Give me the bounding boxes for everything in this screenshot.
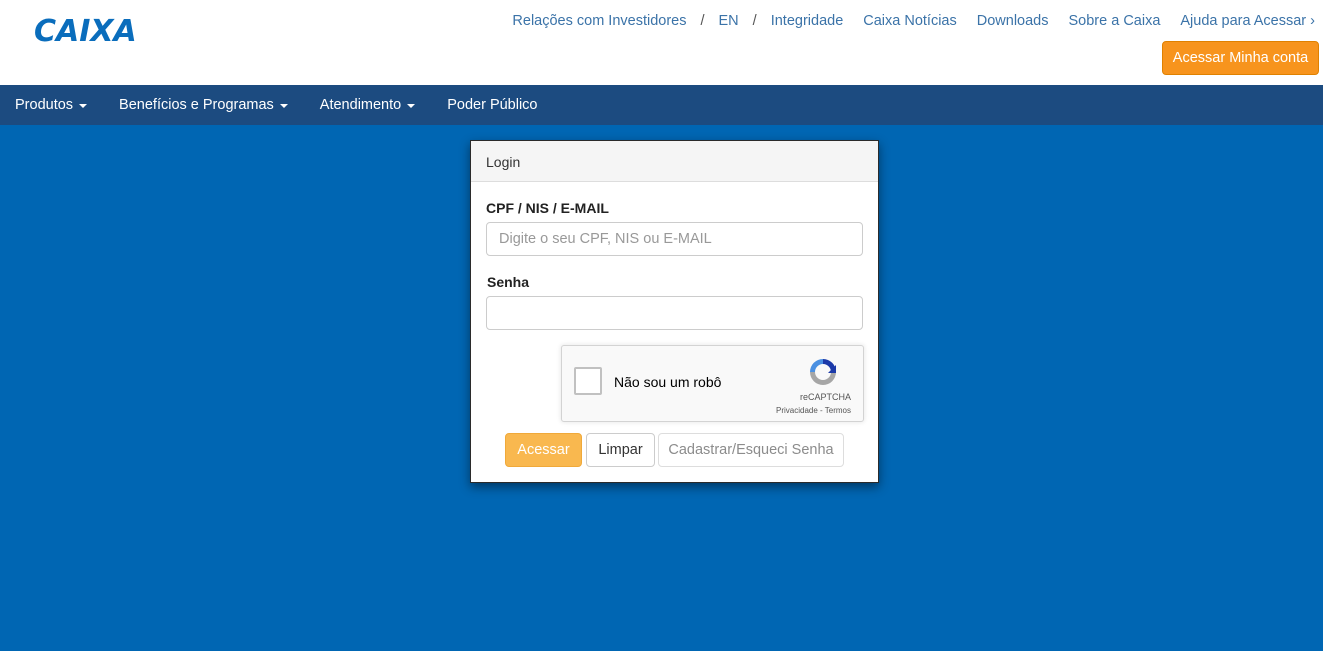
link-integridade[interactable]: Integridade [771,13,844,29]
link-separator: / [700,13,705,29]
nav-item-label: Atendimento [319,97,402,113]
cadastrar-esqueci-senha-button[interactable]: Cadastrar/Esqueci Senha [658,433,844,467]
recaptcha-widget: Não sou um robô reCAPTCHA Privacidade - … [561,345,864,422]
password-field-label: Senha [487,274,530,290]
recaptcha-logo-icon [810,359,836,385]
main-navbar: Produtos Benefícios e Programas Atendime… [0,85,1323,125]
nav-item-label: Produtos [15,97,74,113]
link-ajuda-acessar[interactable]: Ajuda para Acessar › [1180,13,1315,29]
link-caixa-noticias[interactable]: Caixa Notícias [863,13,956,29]
nav-item-atendimento[interactable]: Atendimento [319,97,416,113]
nav-item-beneficios[interactable]: Benefícios e Programas [119,97,288,113]
link-downloads[interactable]: Downloads [977,13,1049,29]
link-separator: / [752,13,757,29]
user-field-label: CPF / NIS / E-MAIL [486,200,609,216]
top-links: Relações com Investidores / EN / Integri… [512,12,1315,30]
caixa-logo[interactable]: CAIXA [34,17,149,47]
site-header: CAIXA Relações com Investidores / EN / I… [0,0,1323,85]
password-input[interactable] [486,296,863,330]
nav-item-label: Benefícios e Programas [119,97,274,113]
recaptcha-label: Não sou um robô [614,374,722,390]
link-sobre-caixa[interactable]: Sobre a Caixa [1069,13,1161,29]
logo-wordmark: CAIXA [34,14,137,49]
caret-down-icon [279,104,288,108]
caret-down-icon [407,104,416,108]
login-panel: Login CPF / NIS / E-MAIL Senha Não sou u… [470,140,879,483]
nav-item-poder-publico[interactable]: Poder Público [447,97,537,113]
caret-down-icon [79,104,88,108]
acessar-button[interactable]: Acessar [505,433,582,467]
acessar-minha-conta-button[interactable]: Acessar Minha conta [1162,41,1319,75]
limpar-button[interactable]: Limpar [586,433,655,467]
user-input[interactable] [486,222,863,256]
recaptcha-checkbox[interactable] [574,367,602,395]
nav-item-produtos[interactable]: Produtos [15,97,88,113]
recaptcha-brand: reCAPTCHA [799,392,851,402]
login-panel-title: Login [471,141,878,182]
link-english[interactable]: EN [719,13,739,29]
link-investidores[interactable]: Relações com Investidores [512,13,686,29]
nav-item-label: Poder Público [447,97,538,113]
recaptcha-terms-link[interactable]: Privacidade - Termos [776,406,851,415]
